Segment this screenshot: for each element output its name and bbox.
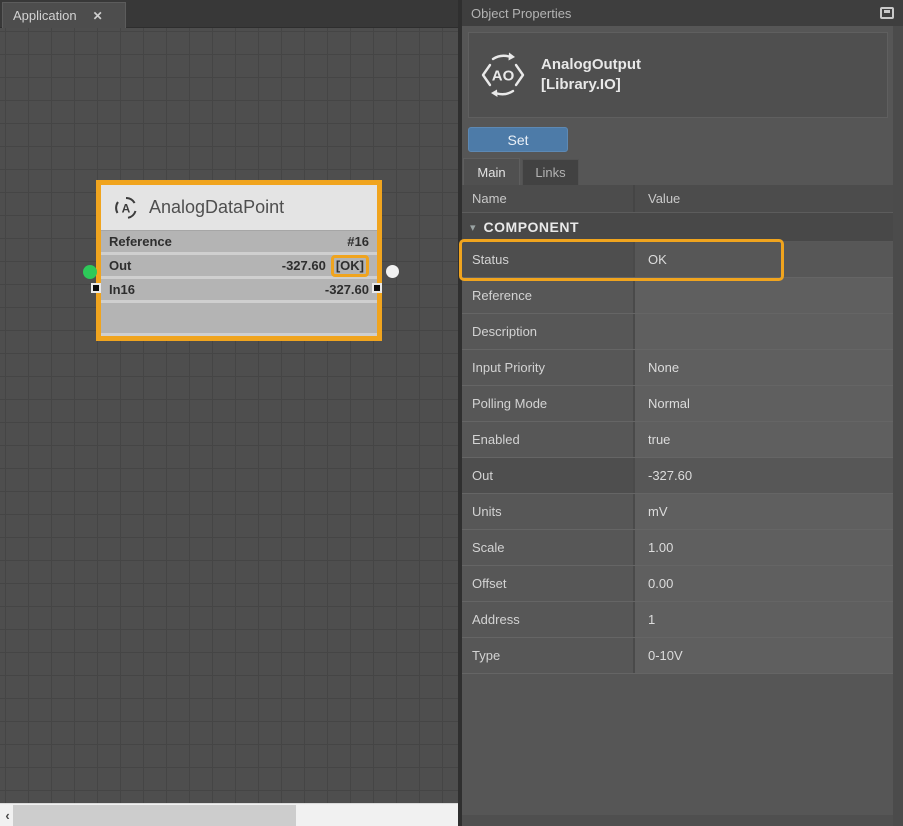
property-row[interactable]: Scale 1.00 bbox=[462, 530, 893, 566]
property-value[interactable]: true bbox=[633, 422, 893, 457]
pin-value: -327.60 bbox=[282, 258, 326, 273]
analog-datapoint-block[interactable]: A AnalogDataPoint Reference #16 bbox=[96, 180, 382, 341]
object-library: [Library.IO] bbox=[541, 75, 641, 95]
property-name: Status bbox=[462, 242, 633, 277]
property-row[interactable]: Status OK bbox=[462, 242, 893, 278]
selection-handle-left[interactable] bbox=[91, 283, 101, 293]
property-name: Description bbox=[462, 314, 633, 349]
object-properties-panel: Object Properties AO AnalogOutput bbox=[462, 0, 903, 826]
dock-panel-icon[interactable] bbox=[880, 7, 894, 19]
property-row[interactable]: Polling Mode Normal bbox=[462, 386, 893, 422]
property-row[interactable]: Address 1 bbox=[462, 602, 893, 638]
close-icon[interactable]: ✕ bbox=[93, 9, 103, 23]
pin-name: Out bbox=[109, 258, 131, 273]
block-title: AnalogDataPoint bbox=[149, 197, 284, 218]
panel-title-bar: Object Properties bbox=[462, 0, 903, 26]
tab-application-label: Application bbox=[13, 8, 77, 23]
input-port-icon[interactable] bbox=[83, 265, 97, 279]
pin-value: #16 bbox=[347, 234, 369, 249]
property-name: Enabled bbox=[462, 422, 633, 457]
property-name: Scale bbox=[462, 530, 633, 565]
property-value[interactable]: -327.60 bbox=[633, 458, 893, 493]
object-name: AnalogOutput bbox=[541, 55, 641, 75]
canvas-pane: Application ✕ A AnalogDataPoint bbox=[0, 0, 458, 826]
pin-name: In16 bbox=[109, 282, 135, 297]
block-empty-row bbox=[101, 303, 377, 333]
analog-output-icon: AO bbox=[479, 51, 527, 99]
property-value[interactable]: 1 bbox=[633, 602, 893, 637]
horizontal-scrollbar[interactable]: ‹ bbox=[0, 803, 458, 826]
block-pin-row[interactable]: In16 -327.60 bbox=[101, 279, 377, 300]
property-row[interactable]: Offset 0.00 bbox=[462, 566, 893, 602]
property-value[interactable] bbox=[633, 314, 893, 349]
property-value[interactable]: 1.00 bbox=[633, 530, 893, 565]
output-port-icon[interactable] bbox=[386, 265, 399, 278]
property-row[interactable]: Out -327.60 bbox=[462, 458, 893, 494]
canvas-tab-bar: Application ✕ bbox=[0, 0, 458, 28]
property-row[interactable]: Reference bbox=[462, 278, 893, 314]
collapse-triangle-icon[interactable]: ▾ bbox=[470, 221, 476, 234]
pin-name: Reference bbox=[109, 234, 172, 249]
property-name: Out bbox=[462, 458, 633, 493]
pin-value: -327.60 bbox=[325, 282, 369, 297]
block-pin-row[interactable]: Out -327.60 [OK] bbox=[101, 255, 377, 276]
svg-text:A: A bbox=[122, 201, 131, 215]
property-value[interactable]: None bbox=[633, 350, 893, 385]
group-row-component[interactable]: ▾ COMPONENT bbox=[462, 213, 893, 242]
block-header: A AnalogDataPoint bbox=[101, 185, 377, 231]
group-label: COMPONENT bbox=[484, 219, 580, 235]
properties-tabs: Main Links bbox=[463, 158, 579, 185]
block-pin-rows: Reference #16 Out -327.60 [OK] bbox=[101, 231, 377, 300]
selection-handle-right[interactable] bbox=[372, 283, 382, 293]
property-value[interactable]: 0.00 bbox=[633, 566, 893, 601]
column-header-name: Name bbox=[462, 185, 633, 212]
tab-application[interactable]: Application ✕ bbox=[2, 2, 126, 28]
property-name: Polling Mode bbox=[462, 386, 633, 421]
tab-links[interactable]: Links bbox=[522, 159, 579, 186]
property-row[interactable]: Type 0-10V bbox=[462, 638, 893, 674]
pin-status-highlight: [OK] bbox=[331, 255, 369, 277]
property-value[interactable]: mV bbox=[633, 494, 893, 529]
object-header-card: AO AnalogOutput [Library.IO] bbox=[468, 32, 888, 118]
property-row[interactable]: Description bbox=[462, 314, 893, 350]
set-button[interactable]: Set bbox=[468, 127, 568, 152]
tab-main[interactable]: Main bbox=[463, 158, 520, 185]
property-value[interactable]: OK bbox=[633, 242, 893, 277]
property-rows: Status OK Reference Description bbox=[462, 242, 893, 674]
column-header-value: Value bbox=[633, 185, 893, 212]
property-value[interactable]: Normal bbox=[633, 386, 893, 421]
svg-text:AO: AO bbox=[492, 68, 515, 85]
horizontal-scrollbar-thumb[interactable] bbox=[13, 805, 296, 826]
property-name: Units bbox=[462, 494, 633, 529]
property-value[interactable] bbox=[633, 278, 893, 313]
property-name: Type bbox=[462, 638, 633, 673]
property-name: Reference bbox=[462, 278, 633, 313]
vertical-scrollbar[interactable] bbox=[893, 26, 903, 826]
property-name: Offset bbox=[462, 566, 633, 601]
property-name: Input Priority bbox=[462, 350, 633, 385]
property-row[interactable]: Units mV bbox=[462, 494, 893, 530]
wiresheet-canvas[interactable]: A AnalogDataPoint Reference #16 bbox=[0, 28, 458, 803]
panel-title: Object Properties bbox=[471, 6, 571, 21]
property-name: Address bbox=[462, 602, 633, 637]
property-value[interactable]: 0-10V bbox=[633, 638, 893, 673]
property-grid: Name Value ▾ COMPONENT Status OK Referen… bbox=[462, 185, 893, 674]
property-row[interactable]: Input Priority None bbox=[462, 350, 893, 386]
analog-datapoint-icon: A bbox=[113, 195, 139, 221]
panel-footer-strip bbox=[462, 815, 893, 826]
property-grid-header: Name Value bbox=[462, 185, 893, 213]
property-row[interactable]: Enabled true bbox=[462, 422, 893, 458]
block-pin-row[interactable]: Reference #16 bbox=[101, 231, 377, 252]
